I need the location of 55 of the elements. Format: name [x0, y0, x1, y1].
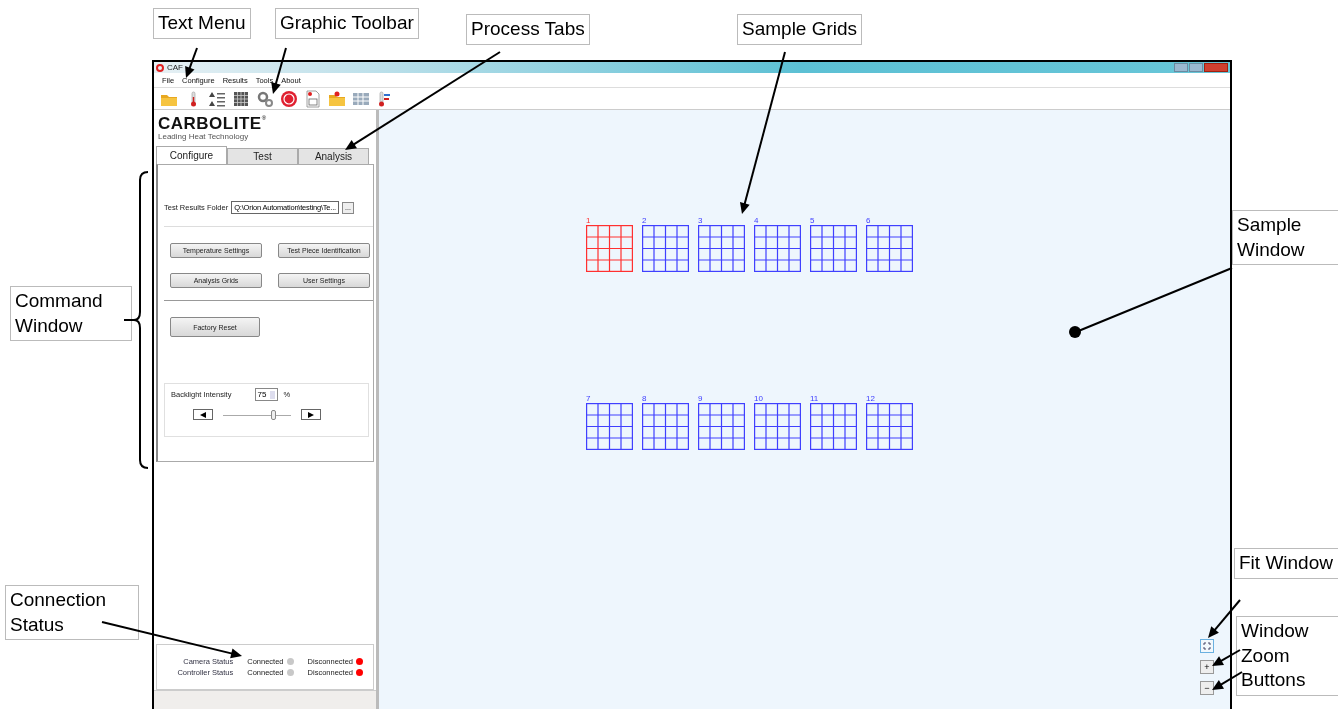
zoom-button[interactable]: − [1200, 681, 1214, 695]
callout-label: Fit Window [1234, 548, 1338, 579]
sample-grid[interactable] [642, 225, 689, 272]
callout-label: Sample Window [1232, 210, 1338, 266]
folder-pin-icon[interactable] [328, 89, 346, 108]
ring-icon [156, 63, 164, 72]
sample-grid[interactable] [586, 225, 633, 272]
process-tab[interactable]: Configure [156, 146, 227, 164]
grid-icon[interactable] [232, 89, 250, 108]
grid-number: 5 [810, 216, 815, 225]
sample-grid[interactable] [754, 225, 801, 272]
callout-label: Connection Status [5, 585, 139, 641]
sample-grid[interactable] [698, 403, 745, 450]
sample-grid[interactable] [866, 225, 913, 272]
callout-label: Window Zoom Buttons [1236, 616, 1338, 697]
sample-grid[interactable] [586, 403, 633, 450]
grid-number: 6 [866, 216, 871, 225]
callout-label: Sample Grids [737, 14, 863, 45]
slider-thumb[interactable] [271, 409, 277, 420]
gears-icon[interactable] [256, 89, 274, 108]
callout-label: Graphic Toolbar [275, 8, 419, 39]
grid-number: 10 [754, 394, 763, 403]
grid-number: 3 [698, 216, 703, 225]
grid-number: 11 [810, 394, 819, 403]
sample-grid[interactable] [698, 225, 745, 272]
grid-number: 12 [866, 394, 875, 403]
sample-grid[interactable] [754, 403, 801, 450]
brand-logo: CARBOLITE$^{®}$ [158, 115, 268, 132]
window-title: CAF [167, 63, 183, 72]
process-tab[interactable]: Test [227, 148, 298, 164]
sample-grid[interactable] [810, 225, 857, 272]
fit-icon [1203, 642, 1211, 650]
callout-label: Text Menu [153, 8, 251, 39]
document-icon[interactable] [304, 89, 322, 108]
intensity-spinbox[interactable]: 75 [254, 388, 279, 401]
sample-grid[interactable] [642, 403, 689, 450]
fit-window-button[interactable] [1200, 639, 1214, 653]
right-triangle-icon [308, 411, 314, 418]
stop-icon[interactable] [280, 89, 298, 108]
grid-number: 1 [586, 216, 591, 225]
grid-number: 8 [642, 394, 647, 403]
callout-label: Command Window [10, 286, 132, 342]
callout-label: Process Tabs [466, 14, 590, 45]
decrease-button[interactable] [193, 409, 213, 420]
sample-grid[interactable] [866, 403, 913, 450]
sample-grid[interactable] [810, 403, 857, 450]
grid-number: 7 [586, 394, 591, 403]
zoom-button[interactable]: + [1200, 660, 1214, 674]
left-triangle-icon [200, 411, 206, 418]
grid-number: 9 [698, 394, 703, 403]
logo-tagline: Leading Heat Technology [158, 132, 250, 141]
grid-number: 4 [754, 216, 759, 225]
grid-number: 2 [642, 216, 647, 225]
increase-button[interactable] [301, 409, 321, 420]
process-tab[interactable]: Analysis [298, 148, 369, 164]
